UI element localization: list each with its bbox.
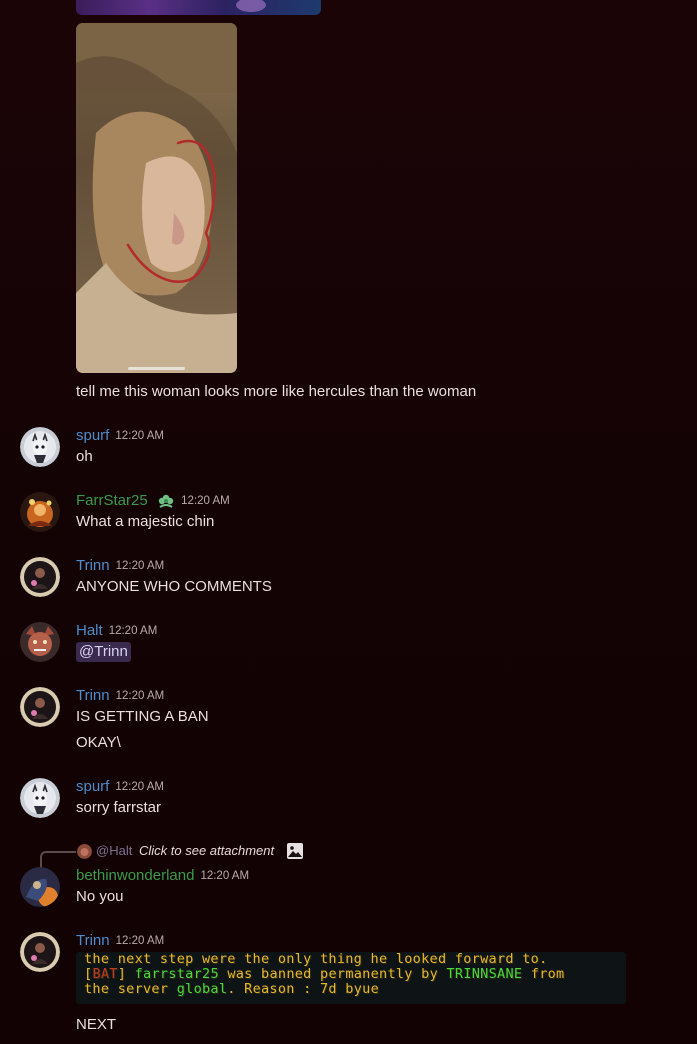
timestamp: 12:20 AM (108, 625, 158, 637)
image-icon (287, 843, 303, 859)
message-text: IS GETTING A BAN (76, 708, 209, 725)
username[interactable]: spurf (76, 777, 109, 797)
reply-avatar[interactable] (77, 844, 92, 859)
message-header: Trinn 12:20 AM (76, 686, 164, 706)
user-mention[interactable]: @Trinn (76, 642, 131, 662)
message-header: bethinwonderland 12:20 AM (76, 866, 249, 886)
mc-chat-line: the next step were the only thing he loo… (84, 952, 548, 967)
avatar[interactable] (20, 427, 60, 467)
timestamp: 12:20 AM (115, 935, 165, 947)
message-header: Trinn 12:20 AM (76, 931, 164, 951)
chat-log: tell me this woman looks more like hercu… (0, 0, 697, 1044)
username[interactable]: Trinn (76, 556, 110, 576)
avatar[interactable] (20, 687, 60, 727)
message-text: What a majestic chin (76, 513, 215, 530)
username[interactable]: Halt (76, 621, 103, 641)
message-header: Trinn 12:20 AM (76, 556, 164, 576)
message-caption: tell me this woman looks more like hercu… (76, 383, 477, 400)
avatar[interactable] (20, 867, 60, 907)
minecraft-chat-screenshot[interactable]: the next step were the only thing he loo… (76, 952, 626, 1004)
message-header: Halt 12:20 AM (76, 621, 157, 641)
username[interactable]: spurf (76, 426, 109, 446)
username[interactable]: FarrStar25 (76, 491, 148, 511)
timestamp: 12:20 AM (115, 690, 165, 702)
role-flower-icon[interactable] (157, 493, 175, 509)
avatar[interactable] (20, 492, 60, 532)
avatar[interactable] (20, 778, 60, 818)
avatar[interactable] (20, 557, 60, 597)
message-header: spurf 12:20 AM (76, 426, 164, 446)
message-text: NEXT (76, 1016, 117, 1033)
avatar[interactable] (20, 932, 60, 972)
reply-connector (40, 851, 76, 869)
mc-chat-line: [BAT] farrstar25 was banned permanently … (84, 966, 565, 982)
timestamp: 12:20 AM (115, 430, 164, 442)
image-attachment[interactable] (76, 23, 237, 373)
timestamp: 12:20 AM (200, 870, 250, 882)
mc-chat-line: the server global. Reason : 7d byue (84, 981, 379, 997)
message-text: No you (76, 888, 124, 905)
previous-image-attachment[interactable] (76, 0, 321, 15)
reply-username[interactable]: @Halt (96, 843, 132, 859)
username[interactable]: Trinn (76, 686, 110, 706)
message-header: FarrStar25 12:20 AM (76, 491, 230, 511)
message-text: sorry farrstar (76, 799, 162, 816)
timestamp: 12:20 AM (181, 495, 230, 507)
message-text: OKAY\ (76, 734, 121, 751)
timestamp: 12:20 AM (115, 781, 164, 793)
message-text: ANYONE WHO COMMENTS (76, 578, 272, 595)
username[interactable]: Trinn (76, 931, 110, 951)
painting-image (76, 23, 237, 373)
timestamp: 12:20 AM (115, 560, 165, 572)
reply-preview[interactable]: Click to see attachment (139, 843, 274, 859)
message-header: spurf 12:20 AM (76, 777, 164, 797)
avatar[interactable] (20, 622, 60, 662)
username[interactable]: bethinwonderland (76, 866, 194, 886)
message-text: oh (76, 448, 93, 465)
